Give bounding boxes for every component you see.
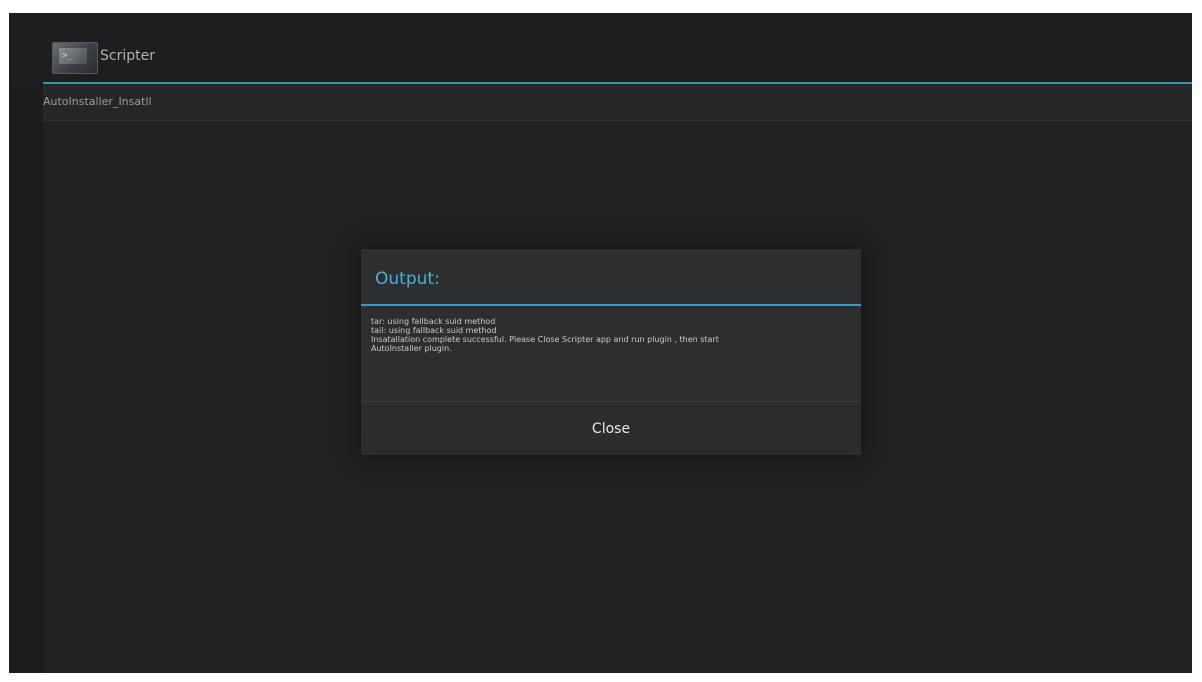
app-title: Scripter bbox=[100, 48, 155, 64]
output-line: tail: using fallback suid method bbox=[371, 326, 497, 335]
terminal-icon: >_ bbox=[52, 42, 98, 74]
action-bar: >_ Scripter bbox=[9, 13, 1192, 83]
output-line: Insatallation complete successful. Pleas… bbox=[371, 335, 719, 344]
output-dialog: Output: tar: using fallback suid method … bbox=[361, 249, 861, 455]
output-text: tar: using fallback suid method tail: us… bbox=[371, 317, 851, 353]
dialog-button-bar: Close bbox=[361, 401, 861, 455]
dialog-divider bbox=[361, 304, 861, 306]
dialog-title: Output: bbox=[375, 269, 440, 289]
output-line: AutoInstaller plugin. bbox=[371, 344, 452, 353]
app-screen: >_ Scripter AutoInstaller_Insatll Output… bbox=[9, 13, 1192, 673]
close-button[interactable]: Close bbox=[361, 402, 861, 455]
script-header: AutoInstaller_Insatll bbox=[43, 84, 1192, 121]
script-name: AutoInstaller_Insatll bbox=[43, 95, 152, 108]
output-line: tar: using fallback suid method bbox=[371, 317, 496, 326]
